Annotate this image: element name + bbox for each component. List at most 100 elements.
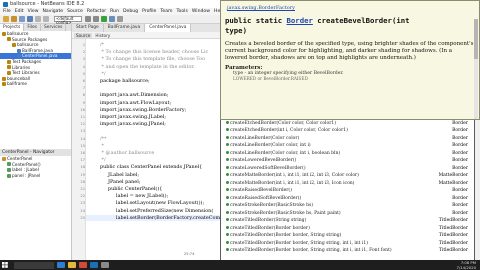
signature-return-type[interactable]: Border (287, 16, 313, 25)
completion-return-type: Border (452, 165, 468, 171)
javadoc-scrollbar[interactable] (474, 19, 478, 119)
open-project-icon[interactable] (19, 16, 25, 22)
completion-item[interactable]: createMatteBorder(int i, int i1, int i2,… (221, 172, 474, 180)
netbeans-taskbar-icon[interactable] (90, 262, 98, 268)
editor-tab[interactable]: BallFrame.java (104, 24, 146, 32)
code-line: import javax.swing.JLabel; (100, 114, 167, 120)
completion-item[interactable]: createLineBorder(Color color, int i, boo… (221, 150, 474, 158)
menu-run[interactable]: Run (110, 9, 119, 14)
folder-icon (7, 37, 11, 42)
tree-item[interactable]: ballframe (0, 81, 71, 87)
folder-icon (12, 42, 16, 47)
line-number: 4 (82, 63, 85, 69)
history-tab[interactable]: History (95, 33, 110, 38)
tab-services[interactable]: Services (41, 24, 67, 31)
completion-item[interactable]: createMatteBorder(int i, int i1, int i2,… (221, 180, 474, 188)
code-line: * and open the template in the editor. (100, 63, 195, 70)
menu-file[interactable]: File (3, 9, 11, 14)
redo-icon[interactable] (43, 16, 49, 22)
navigator-tree: CenterPanel CenterPanel() label : JLabel pa… (0, 156, 71, 178)
menu-view[interactable]: View (28, 9, 39, 14)
start-button[interactable] (0, 260, 10, 270)
editor-tab[interactable]: CenterPanel.java (145, 24, 192, 32)
completion-item[interactable]: createStrokeBorder(BasicStroke bs, Paint… (221, 210, 474, 218)
tab-projects[interactable]: Projects (0, 24, 25, 31)
config-select[interactable]: <default config> (54, 16, 82, 25)
navigator-item[interactable]: panel : JPanel (0, 173, 71, 179)
completion-item[interactable]: createStrokeBorder(BasicStroke bs) Border (221, 202, 474, 210)
completion-signature: createEtchedBorder(Color color, Color co… (230, 120, 336, 126)
new-project-icon[interactable] (11, 16, 17, 22)
completion-item[interactable]: createTitledBorder(String string) TitledB… (221, 217, 474, 225)
javadoc-scroll-thumb[interactable] (474, 19, 478, 59)
completion-item[interactable]: createTitledBorder(Border border, String… (221, 232, 474, 240)
menu-debug[interactable]: Debug (123, 9, 138, 14)
static-method-icon (226, 225, 229, 229)
code-line: import javax.swing.BorderFactory; (100, 106, 187, 113)
completion-signature: createLineBorder(Color color) (230, 135, 300, 141)
completion-item[interactable]: createTitledBorder(Border border, String… (221, 240, 474, 248)
menu-refactor[interactable]: Refactor (87, 9, 106, 14)
menu-profile[interactable]: Profile (142, 9, 156, 14)
menu-tools[interactable]: Tools (177, 9, 188, 14)
completion-return-type: TitledBorder (438, 248, 468, 253)
code-line: public CenterPanel(){ (108, 186, 163, 192)
javadoc-class-link[interactable]: javax.swing.BorderFactory (227, 5, 295, 11)
code-line: import java.awt.Dimension; (100, 92, 169, 99)
code-line: /** (100, 135, 107, 142)
chrome-icon[interactable] (79, 262, 87, 268)
menu-team[interactable]: Team (160, 9, 172, 14)
completion-item[interactable]: createLoweredBevelBorder() Border (221, 157, 474, 165)
menu-navigate[interactable]: Navigate (43, 9, 64, 14)
javadoc-popup: javax.swing.BorderFactory public static … (220, 0, 480, 120)
menu-window[interactable]: Window (192, 9, 210, 14)
static-method-icon (226, 180, 229, 184)
completion-item[interactable]: createLineBorder(Color color, int i) Bord… (221, 142, 474, 150)
completion-signature: createTitledBorder(Border border, String… (230, 248, 392, 253)
build-icon[interactable] (85, 16, 91, 22)
completion-return-type: Border (452, 195, 468, 201)
completion-item[interactable]: createEtchedBorder(int i, Color color, C… (221, 127, 474, 135)
cursor-position: 25:74 (184, 252, 195, 256)
completion-signature: createRaisedSoftBevelBorder() (230, 195, 302, 201)
run-icon[interactable] (101, 16, 107, 22)
completion-return-type: Border (452, 135, 468, 141)
undo-icon[interactable] (35, 16, 41, 22)
taskbar-search[interactable] (14, 261, 54, 269)
completion-return-type: Border (452, 128, 468, 133)
edge-icon[interactable] (57, 262, 65, 268)
taskbar-app-icon[interactable] (101, 262, 109, 268)
debug-icon[interactable] (109, 16, 115, 22)
menu-source[interactable]: Source (67, 9, 83, 14)
profile-icon[interactable] (117, 16, 123, 22)
completion-signature: createStrokeBorder(BasicStroke bs) (230, 203, 314, 208)
tab-files[interactable]: Files (24, 24, 41, 31)
class-icon (2, 156, 6, 161)
menu-edit[interactable]: Edit (15, 9, 24, 14)
tree-item-label: ballframe (7, 81, 27, 87)
static-method-icon (226, 248, 229, 251)
navigator-title: CenterPanel - Navigator (0, 148, 71, 156)
line-number: 24 (80, 207, 85, 213)
netbeans-icon (3, 1, 8, 7)
new-file-icon[interactable] (3, 16, 9, 22)
line-number: 8 (82, 92, 85, 98)
line-number: 23 (80, 200, 85, 206)
clock[interactable]: 7:08 PM 7/14/2020 (457, 260, 476, 270)
completion-item[interactable]: createLoweredSoftBevelBorder() Border (221, 165, 474, 173)
completion-item[interactable]: createLineBorder(Color color) Border (221, 135, 474, 143)
completion-item[interactable]: createTitledBorder(Border border) TitledB… (221, 225, 474, 233)
completion-item[interactable]: createEtchedBorder(Color color, Color co… (221, 120, 474, 128)
editor-tab[interactable]: Start Page (72, 24, 104, 32)
file-explorer-icon[interactable] (68, 262, 76, 268)
line-number: 12 (80, 121, 85, 127)
clean-build-icon[interactable] (93, 16, 99, 22)
line-number: 1 (82, 42, 85, 47)
completion-item[interactable]: createTitledBorder(Border border, String… (221, 247, 474, 255)
completion-item[interactable]: createRaisedSoftBevelBorder() Border (221, 195, 474, 203)
completion-item[interactable]: createRaisedBevelBorder() Border (221, 187, 474, 195)
save-all-icon[interactable] (27, 16, 33, 22)
source-tab[interactable]: Source (74, 32, 93, 38)
completion-return-type: Border (452, 210, 468, 216)
line-number: 13 (80, 128, 85, 134)
